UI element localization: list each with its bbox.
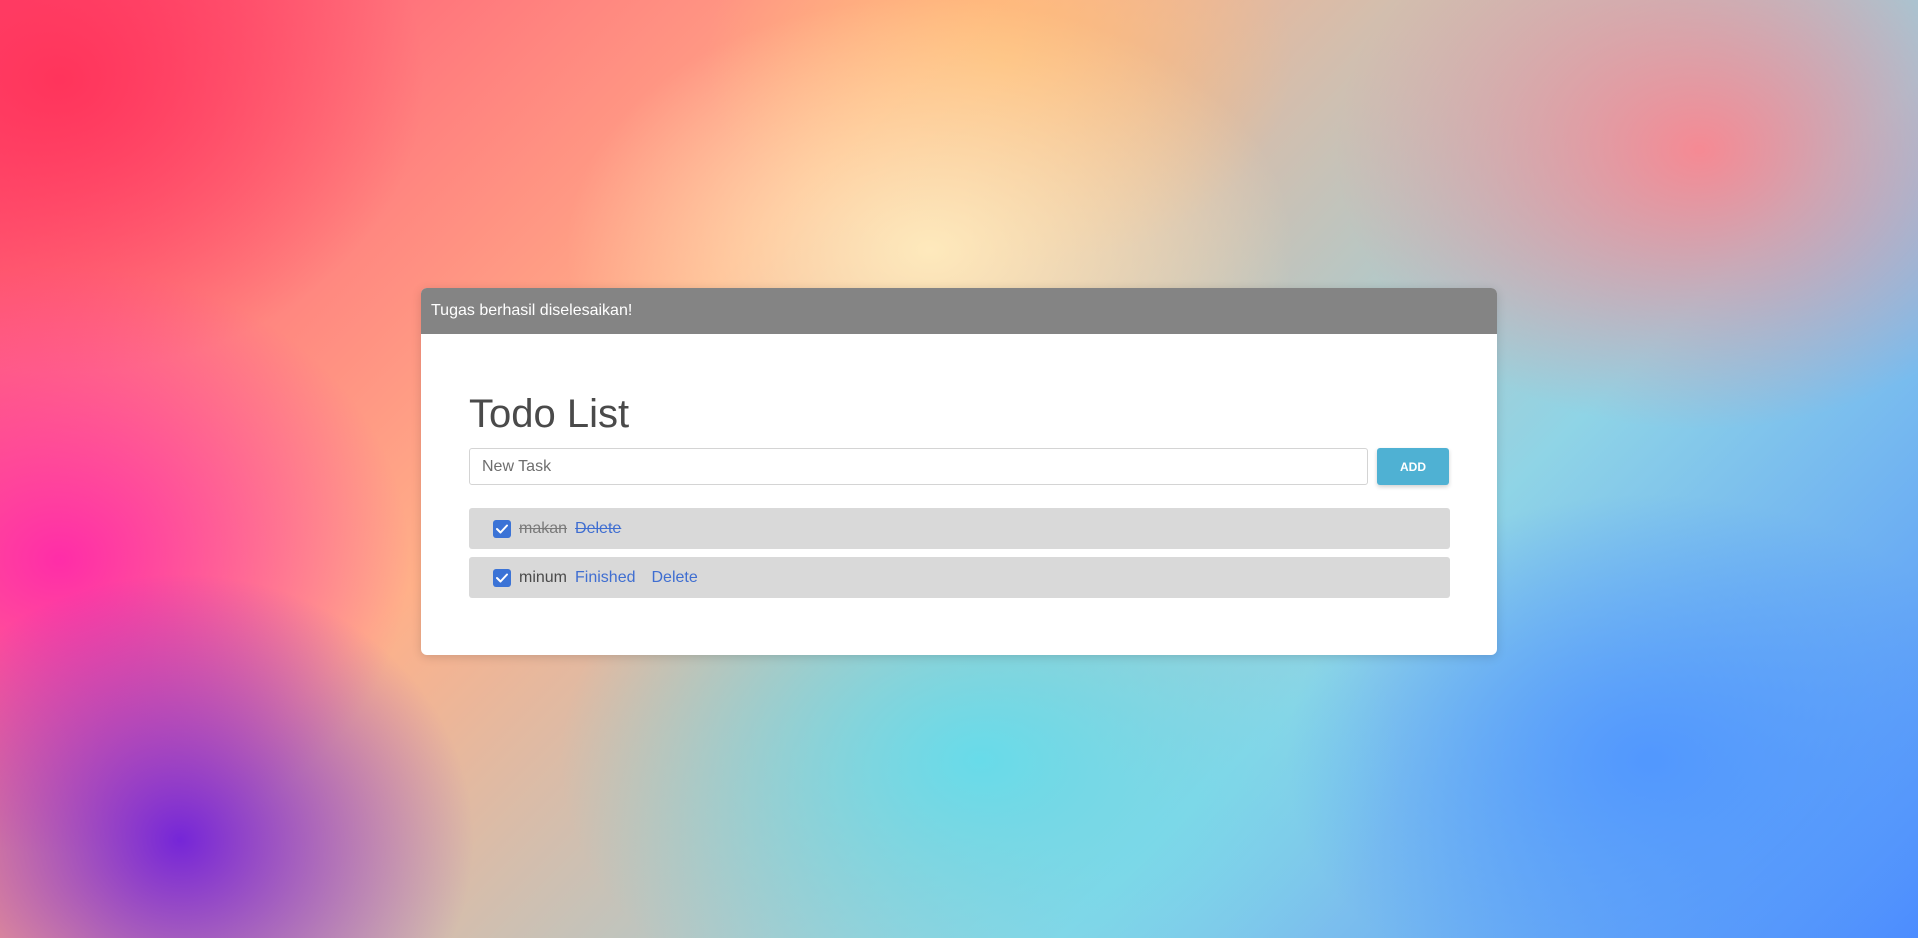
task-label: minum — [519, 568, 568, 586]
todo-item: minum Finished Delete — [469, 557, 1450, 598]
todo-item: makan Delete — [469, 508, 1450, 549]
add-button[interactable]: ADD — [1377, 448, 1449, 485]
checkmark-icon — [496, 524, 508, 533]
new-task-input[interactable] — [469, 448, 1368, 485]
task-checkbox[interactable] — [493, 519, 511, 538]
finished-link[interactable]: Finished — [575, 569, 635, 587]
alert-message: Tugas berhasil diselesaikan! — [431, 302, 633, 319]
todo-list: makan Delete minum Finished Delete — [469, 508, 1450, 606]
delete-link[interactable]: Delete — [575, 520, 621, 538]
checkmark-icon — [496, 573, 508, 582]
page-title: Todo List — [469, 392, 630, 436]
success-alert: Tugas berhasil diselesaikan! — [421, 288, 1497, 334]
delete-link[interactable]: Delete — [652, 569, 698, 587]
task-checkbox[interactable] — [493, 568, 511, 587]
todo-card: Tugas berhasil diselesaikan! Todo List A… — [421, 288, 1497, 655]
task-label: makan — [519, 519, 568, 537]
